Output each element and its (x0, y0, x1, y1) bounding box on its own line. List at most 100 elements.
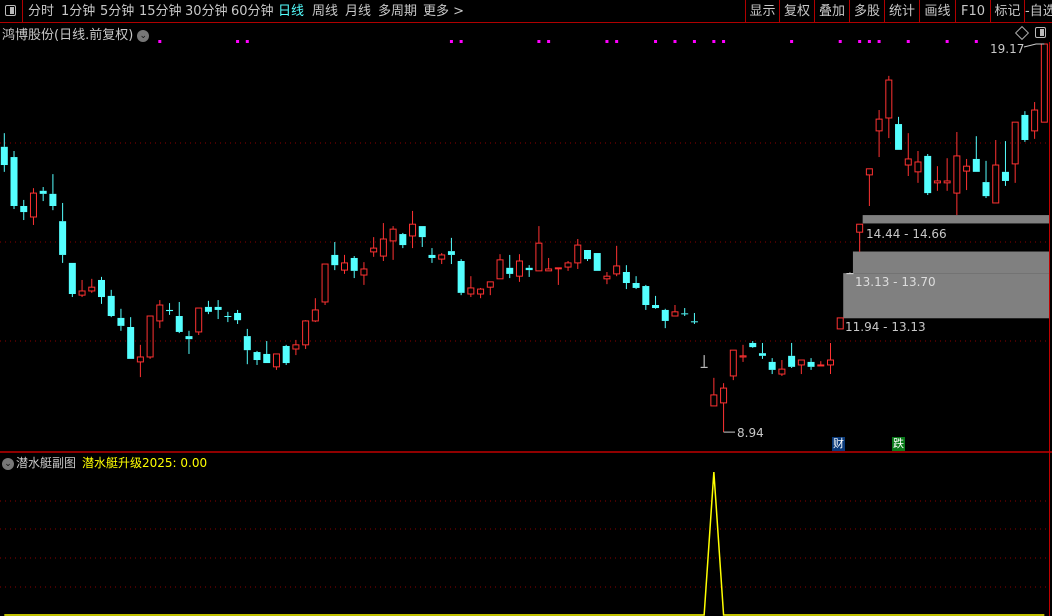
candle-body-down (1001, 171, 1009, 181)
signal-marker (906, 40, 910, 43)
sub-chart-title: ⌄ 潜水艇副图 潜水艇升级2025: 0.00 (2, 454, 207, 471)
candle-body-down (807, 361, 815, 367)
candle-body-down (428, 254, 436, 258)
candle-body-up (311, 309, 319, 322)
candle-body-up (574, 244, 582, 264)
signal-marker (449, 40, 453, 43)
candle-body-down (10, 157, 18, 206)
candle-body-up (370, 247, 378, 253)
candle-body-up (88, 286, 96, 292)
candle-body-up (914, 161, 922, 173)
candle-body-up (953, 155, 961, 194)
candle-body-down (282, 345, 290, 364)
candle-body-down (457, 261, 465, 293)
signal-marker (722, 40, 726, 43)
candle-body-up (486, 281, 494, 288)
signal-marker (547, 40, 551, 43)
candle-body-up (817, 364, 825, 367)
candle-body-down (788, 355, 796, 367)
candle-body-up (739, 355, 747, 358)
candle-body-up (720, 387, 728, 404)
candle-body-up (865, 168, 873, 176)
candle-body-down (399, 234, 407, 246)
signal-marker (838, 40, 842, 43)
finance-event-tag[interactable]: 财 (832, 437, 845, 451)
candle-body-up (409, 223, 417, 237)
candle-body-down (924, 155, 932, 194)
signal-marker (877, 40, 881, 43)
candle-body-down (749, 342, 757, 348)
signal-marker (654, 40, 658, 43)
candle-body-up (438, 254, 446, 260)
candle-body-down (185, 336, 193, 340)
price-gap-box (862, 215, 1049, 224)
signal-marker (673, 40, 677, 43)
candle-body-down (253, 352, 261, 361)
candle-body-down (661, 309, 669, 321)
candle-body-up (477, 288, 485, 295)
candle-body-down (204, 306, 212, 312)
candle-body-down (584, 250, 591, 260)
candle-body-up (992, 164, 1000, 204)
candle-body-down (0, 146, 8, 166)
candle-body-up (195, 307, 203, 333)
signal-marker (158, 40, 162, 43)
candle-body-down (418, 226, 426, 238)
candle-doji (700, 366, 708, 368)
candle-body-up (146, 315, 154, 358)
candle-body-up (671, 311, 679, 317)
candle-body-down (98, 279, 105, 298)
signal-marker (867, 40, 871, 43)
signal-marker (945, 40, 949, 43)
candle-body-down (525, 267, 533, 271)
candle-body-down (506, 267, 514, 274)
candle-body-up (797, 359, 805, 366)
signal-marker (858, 40, 862, 43)
candle-body-down (175, 316, 183, 332)
indicator-line (4, 471, 1045, 616)
candle-body-down (214, 306, 222, 310)
candle-body-down (166, 309, 174, 312)
candle-body-up (156, 304, 164, 322)
candle-body-down (107, 295, 115, 317)
signal-marker (245, 40, 249, 43)
candle-body-up (1040, 43, 1048, 123)
candle-body-up (933, 180, 941, 184)
candle-body-up (564, 262, 572, 268)
candle-body-up (545, 268, 553, 272)
candle-body-up (341, 262, 348, 271)
candle-body-up (136, 356, 144, 363)
gap-label: 14.44 - 14.66 (866, 227, 947, 241)
signal-marker (692, 40, 696, 43)
candle-body-up (856, 223, 864, 233)
drop-event-tag[interactable]: 跌 (892, 437, 905, 451)
candle-body-down (20, 205, 28, 213)
candle-body-down (59, 221, 67, 255)
low-price-label: 8.94 (737, 426, 764, 440)
candle-body-up (875, 118, 883, 132)
candle-body-down (652, 305, 660, 309)
chevron-down-icon[interactable]: ⌄ (2, 457, 14, 470)
candle-body-down (350, 257, 358, 271)
candle-body-up (613, 265, 621, 275)
candle-body-up (710, 394, 718, 407)
candle-body-up (292, 344, 300, 350)
high-price-label: 19.17 (990, 42, 1025, 56)
candle-body-up (389, 228, 397, 242)
candle-body-down (224, 316, 232, 318)
gap-label: 13.13 - 13.70 (855, 275, 936, 289)
sub-chart-name: 潜水艇副图 (16, 456, 77, 470)
candle-body-down (768, 361, 776, 370)
candle-body-up (778, 368, 786, 375)
candle-body-down (331, 254, 339, 266)
kline-chart[interactable] (0, 0, 1052, 616)
candle-body-up (827, 359, 834, 366)
candle-body-down (642, 286, 650, 306)
candle-body-down (234, 312, 242, 321)
signal-marker (236, 40, 240, 43)
candle-body-up (836, 317, 844, 330)
candle-body-up (360, 268, 368, 276)
candle-body-down (632, 283, 640, 288)
candle-body-up (535, 242, 543, 272)
candle-body-up (272, 353, 280, 368)
